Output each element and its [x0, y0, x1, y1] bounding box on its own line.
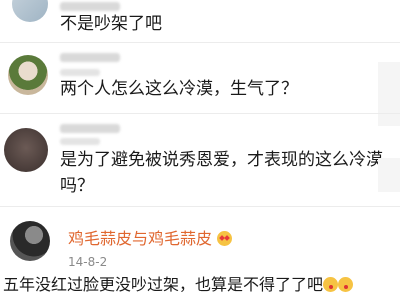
scrollbar-track[interactable]	[378, 158, 400, 192]
comment-text-line-1: 是为了避免被说秀恩爱，才表现的这么冷漠	[60, 150, 383, 170]
comment-item: 是为了避免被说秀恩爱，才表现的这么冷漠 吗？	[0, 114, 400, 206]
comment-text: 不是吵架了吧	[60, 14, 162, 34]
heart-eyes-emoji-icon	[217, 231, 233, 246]
comment-item: 不是吵架了吧	[0, 0, 400, 40]
avatar[interactable]	[4, 128, 48, 172]
comment-item: 鸡毛蒜皮与鸡毛蒜皮 14-8-2 五年没红过脸更没吵过架，也算是不得了了吧	[0, 207, 400, 306]
comment-text: 两个人怎么这么冷漠，生气了？	[60, 79, 298, 99]
comment-item: 两个人怎么这么冷漠，生气了？	[0, 43, 400, 113]
avatar[interactable]	[10, 221, 50, 261]
comment-text-line-2: 吗？	[60, 176, 94, 196]
comment-date: 14-8-2	[68, 255, 108, 269]
username-blurred	[60, 124, 120, 133]
avatar[interactable]	[8, 55, 48, 95]
avatar[interactable]	[12, 0, 48, 22]
username-blurred	[60, 2, 120, 11]
comment-text-body: 五年没红过脸更没吵过架，也算是不得了了吧	[3, 275, 324, 294]
comment-text: 五年没红过脸更没吵过架，也算是不得了了吧	[3, 273, 354, 297]
date-blurred	[60, 69, 100, 76]
comment-username[interactable]: 鸡毛蒜皮与鸡毛蒜皮	[68, 225, 233, 249]
kiss-emoji-icon	[323, 277, 339, 292]
username-blurred	[60, 53, 120, 62]
kiss-emoji-icon	[338, 277, 354, 292]
username-text[interactable]: 鸡毛蒜皮与鸡毛蒜皮	[68, 229, 212, 248]
date-blurred	[60, 138, 100, 145]
